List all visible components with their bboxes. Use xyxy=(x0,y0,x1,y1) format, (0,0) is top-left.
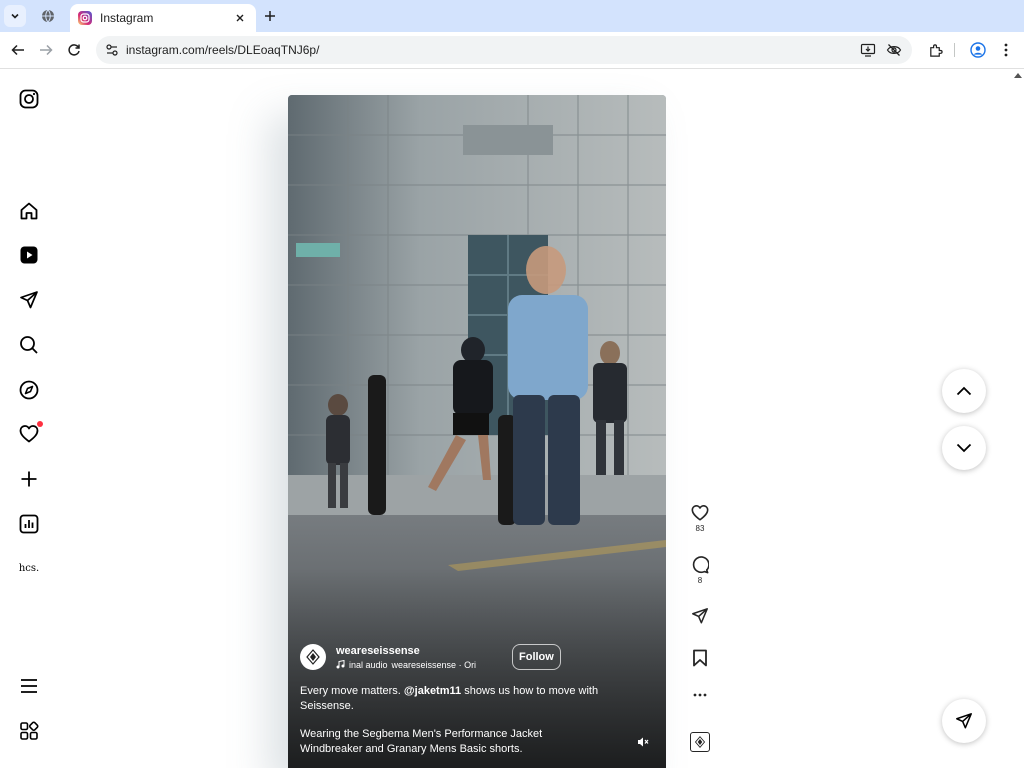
chrome-menu-button[interactable] xyxy=(997,41,1015,59)
sidebar-item-create[interactable] xyxy=(17,467,41,491)
seissense-logo-icon xyxy=(694,736,706,748)
scrollbar-up-arrow[interactable] xyxy=(1014,73,1022,78)
chevron-up-icon xyxy=(956,386,972,396)
url-text: instagram.com/reels/DLEoaqTNJ6p/ xyxy=(126,43,320,57)
reel-video[interactable]: weareseissense inal audio weareseissense… xyxy=(288,95,666,768)
author-username[interactable]: weareseissense xyxy=(336,645,492,657)
sidebar-item-messages[interactable] xyxy=(17,288,41,312)
bookmark-icon xyxy=(693,649,707,667)
caption-mention[interactable]: @jaketm11 xyxy=(404,685,461,697)
more-icon xyxy=(693,693,707,697)
reload-icon xyxy=(68,44,80,56)
caption-text-start: Every move matters. xyxy=(300,685,404,697)
audio-link[interactable]: inal audio weareseissense · Ori xyxy=(336,660,492,670)
address-bar[interactable]: instagram.com/reels/DLEoaqTNJ6p/ xyxy=(96,36,912,64)
plus-icon xyxy=(265,11,275,21)
apps-icon xyxy=(20,721,39,740)
reels-icon xyxy=(20,246,38,264)
sidebar-item-search[interactable] xyxy=(17,333,41,357)
install-app-icon[interactable] xyxy=(860,42,876,58)
chevron-down-icon xyxy=(956,443,972,453)
sidebar-item-notifications[interactable] xyxy=(17,421,43,446)
author-avatar[interactable] xyxy=(300,644,326,670)
globe-icon xyxy=(42,9,54,23)
previous-reel-button[interactable] xyxy=(942,369,986,413)
arrow-right-icon xyxy=(40,44,53,56)
follow-button[interactable]: Follow xyxy=(512,644,561,670)
notification-dot xyxy=(37,421,43,427)
speaker-muted-icon xyxy=(638,737,649,747)
insights-icon xyxy=(19,514,39,534)
instagram-favicon-icon xyxy=(78,11,92,25)
search-icon xyxy=(20,336,38,354)
browser-toolbar: instagram.com/reels/DLEoaqTNJ6p/ xyxy=(0,32,1024,69)
forward-button[interactable] xyxy=(37,41,55,59)
menu-icon xyxy=(21,679,37,693)
compass-icon xyxy=(19,380,39,400)
messages-fab-button[interactable] xyxy=(942,699,986,743)
comment-icon[interactable] xyxy=(691,556,709,574)
profile-avatar: hcs. xyxy=(18,562,40,574)
extensions-button[interactable] xyxy=(926,41,944,59)
site-info-icon[interactable] xyxy=(104,42,120,58)
heart-icon xyxy=(19,425,39,443)
tab-strip: Instagram xyxy=(0,0,1024,32)
like-action: 83 xyxy=(686,504,714,533)
kebab-menu-icon xyxy=(1004,43,1008,57)
sidebar-item-more[interactable] xyxy=(17,674,41,698)
sidebar-item-reels[interactable] xyxy=(17,243,41,267)
tab-title: Instagram xyxy=(100,11,154,25)
tab-search-button[interactable] xyxy=(4,5,26,27)
chevron-down-icon xyxy=(11,13,19,19)
active-tab[interactable]: Instagram xyxy=(70,4,256,32)
direct-icon xyxy=(20,291,38,309)
sidebar-item-home[interactable] xyxy=(17,199,41,223)
heart-icon[interactable] xyxy=(691,504,709,522)
share-action[interactable] xyxy=(686,607,714,625)
seissense-logo-icon xyxy=(306,649,320,665)
next-reel-button[interactable] xyxy=(942,426,986,470)
tab-close-button[interactable] xyxy=(232,10,248,26)
arrow-left-icon xyxy=(11,44,24,56)
sidebar-nav: hcs. xyxy=(0,70,58,768)
account-icon xyxy=(970,42,986,58)
instagram-icon xyxy=(19,89,39,109)
like-count[interactable]: 83 xyxy=(696,524,705,533)
plus-icon xyxy=(21,471,37,487)
comment-count[interactable]: 8 xyxy=(698,576,702,585)
audio-thumbnail-image xyxy=(690,732,710,752)
sidebar-item-dashboard[interactable] xyxy=(17,512,41,536)
audio-title: inal audio xyxy=(349,659,388,670)
home-icon xyxy=(20,202,38,220)
reload-button[interactable] xyxy=(65,41,83,59)
reel-caption: Every move matters. @jaketm11 shows us h… xyxy=(300,684,600,714)
reel-caption-second: Wearing the Segbema Men's Performance Ja… xyxy=(300,728,543,755)
mute-button[interactable] xyxy=(636,735,650,749)
comment-action: 8 xyxy=(686,556,714,585)
save-action[interactable] xyxy=(686,649,714,667)
more-action[interactable] xyxy=(686,693,714,697)
music-note-icon xyxy=(336,660,345,669)
close-icon xyxy=(236,14,244,22)
new-tab-button[interactable] xyxy=(261,7,279,25)
audio-owner: weareseissense · Ori xyxy=(391,659,477,670)
puzzle-icon xyxy=(929,43,943,57)
sidebar-item-explore[interactable] xyxy=(17,378,41,402)
reel-author: weareseissense inal audio weareseissense… xyxy=(300,644,492,670)
direct-icon xyxy=(956,713,972,729)
eye-off-icon[interactable] xyxy=(886,42,902,58)
back-button[interactable] xyxy=(9,41,27,59)
inactive-tab[interactable] xyxy=(36,6,60,26)
toolbar-divider xyxy=(954,43,955,57)
sidebar-item-profile[interactable]: hcs. xyxy=(17,556,41,580)
audio-thumbnail[interactable] xyxy=(686,732,714,752)
sidebar-item-also-from-meta[interactable] xyxy=(17,719,41,743)
profile-button[interactable] xyxy=(969,41,987,59)
sidebar-item-instagram-logo[interactable] xyxy=(17,87,41,111)
direct-icon xyxy=(692,608,708,624)
instagram-page: hcs. weareseissense inal audio weareseis… xyxy=(0,70,1024,768)
